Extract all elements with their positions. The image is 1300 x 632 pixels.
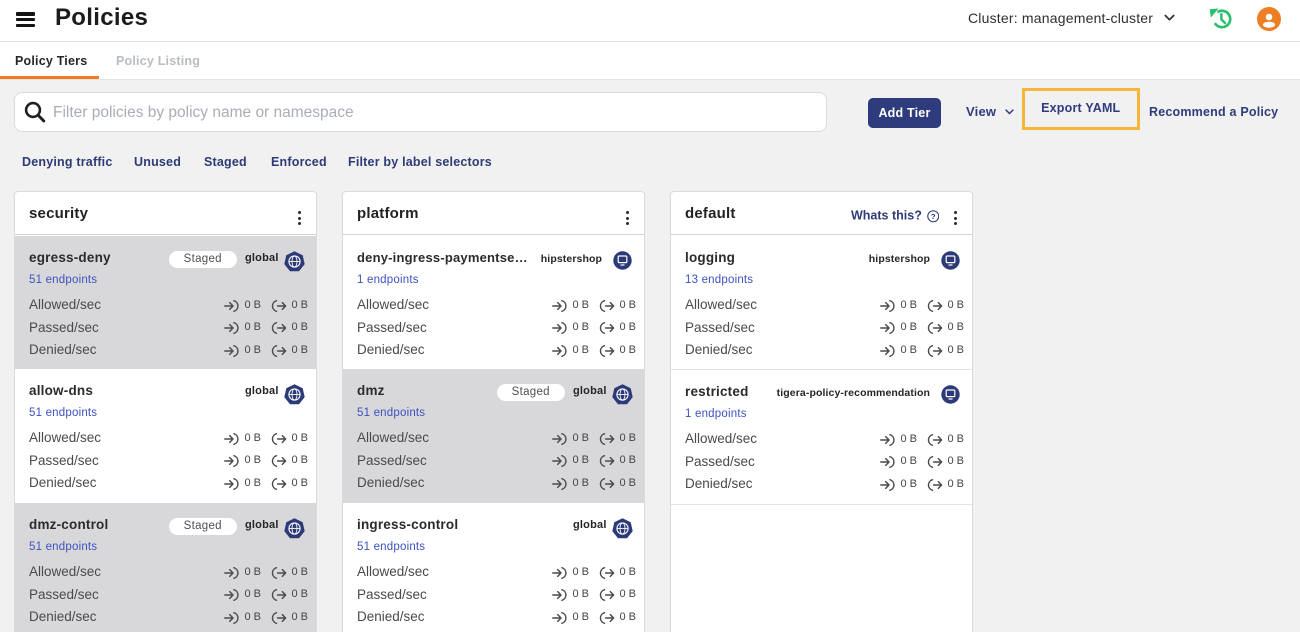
svg-text:?: ? xyxy=(931,212,936,221)
